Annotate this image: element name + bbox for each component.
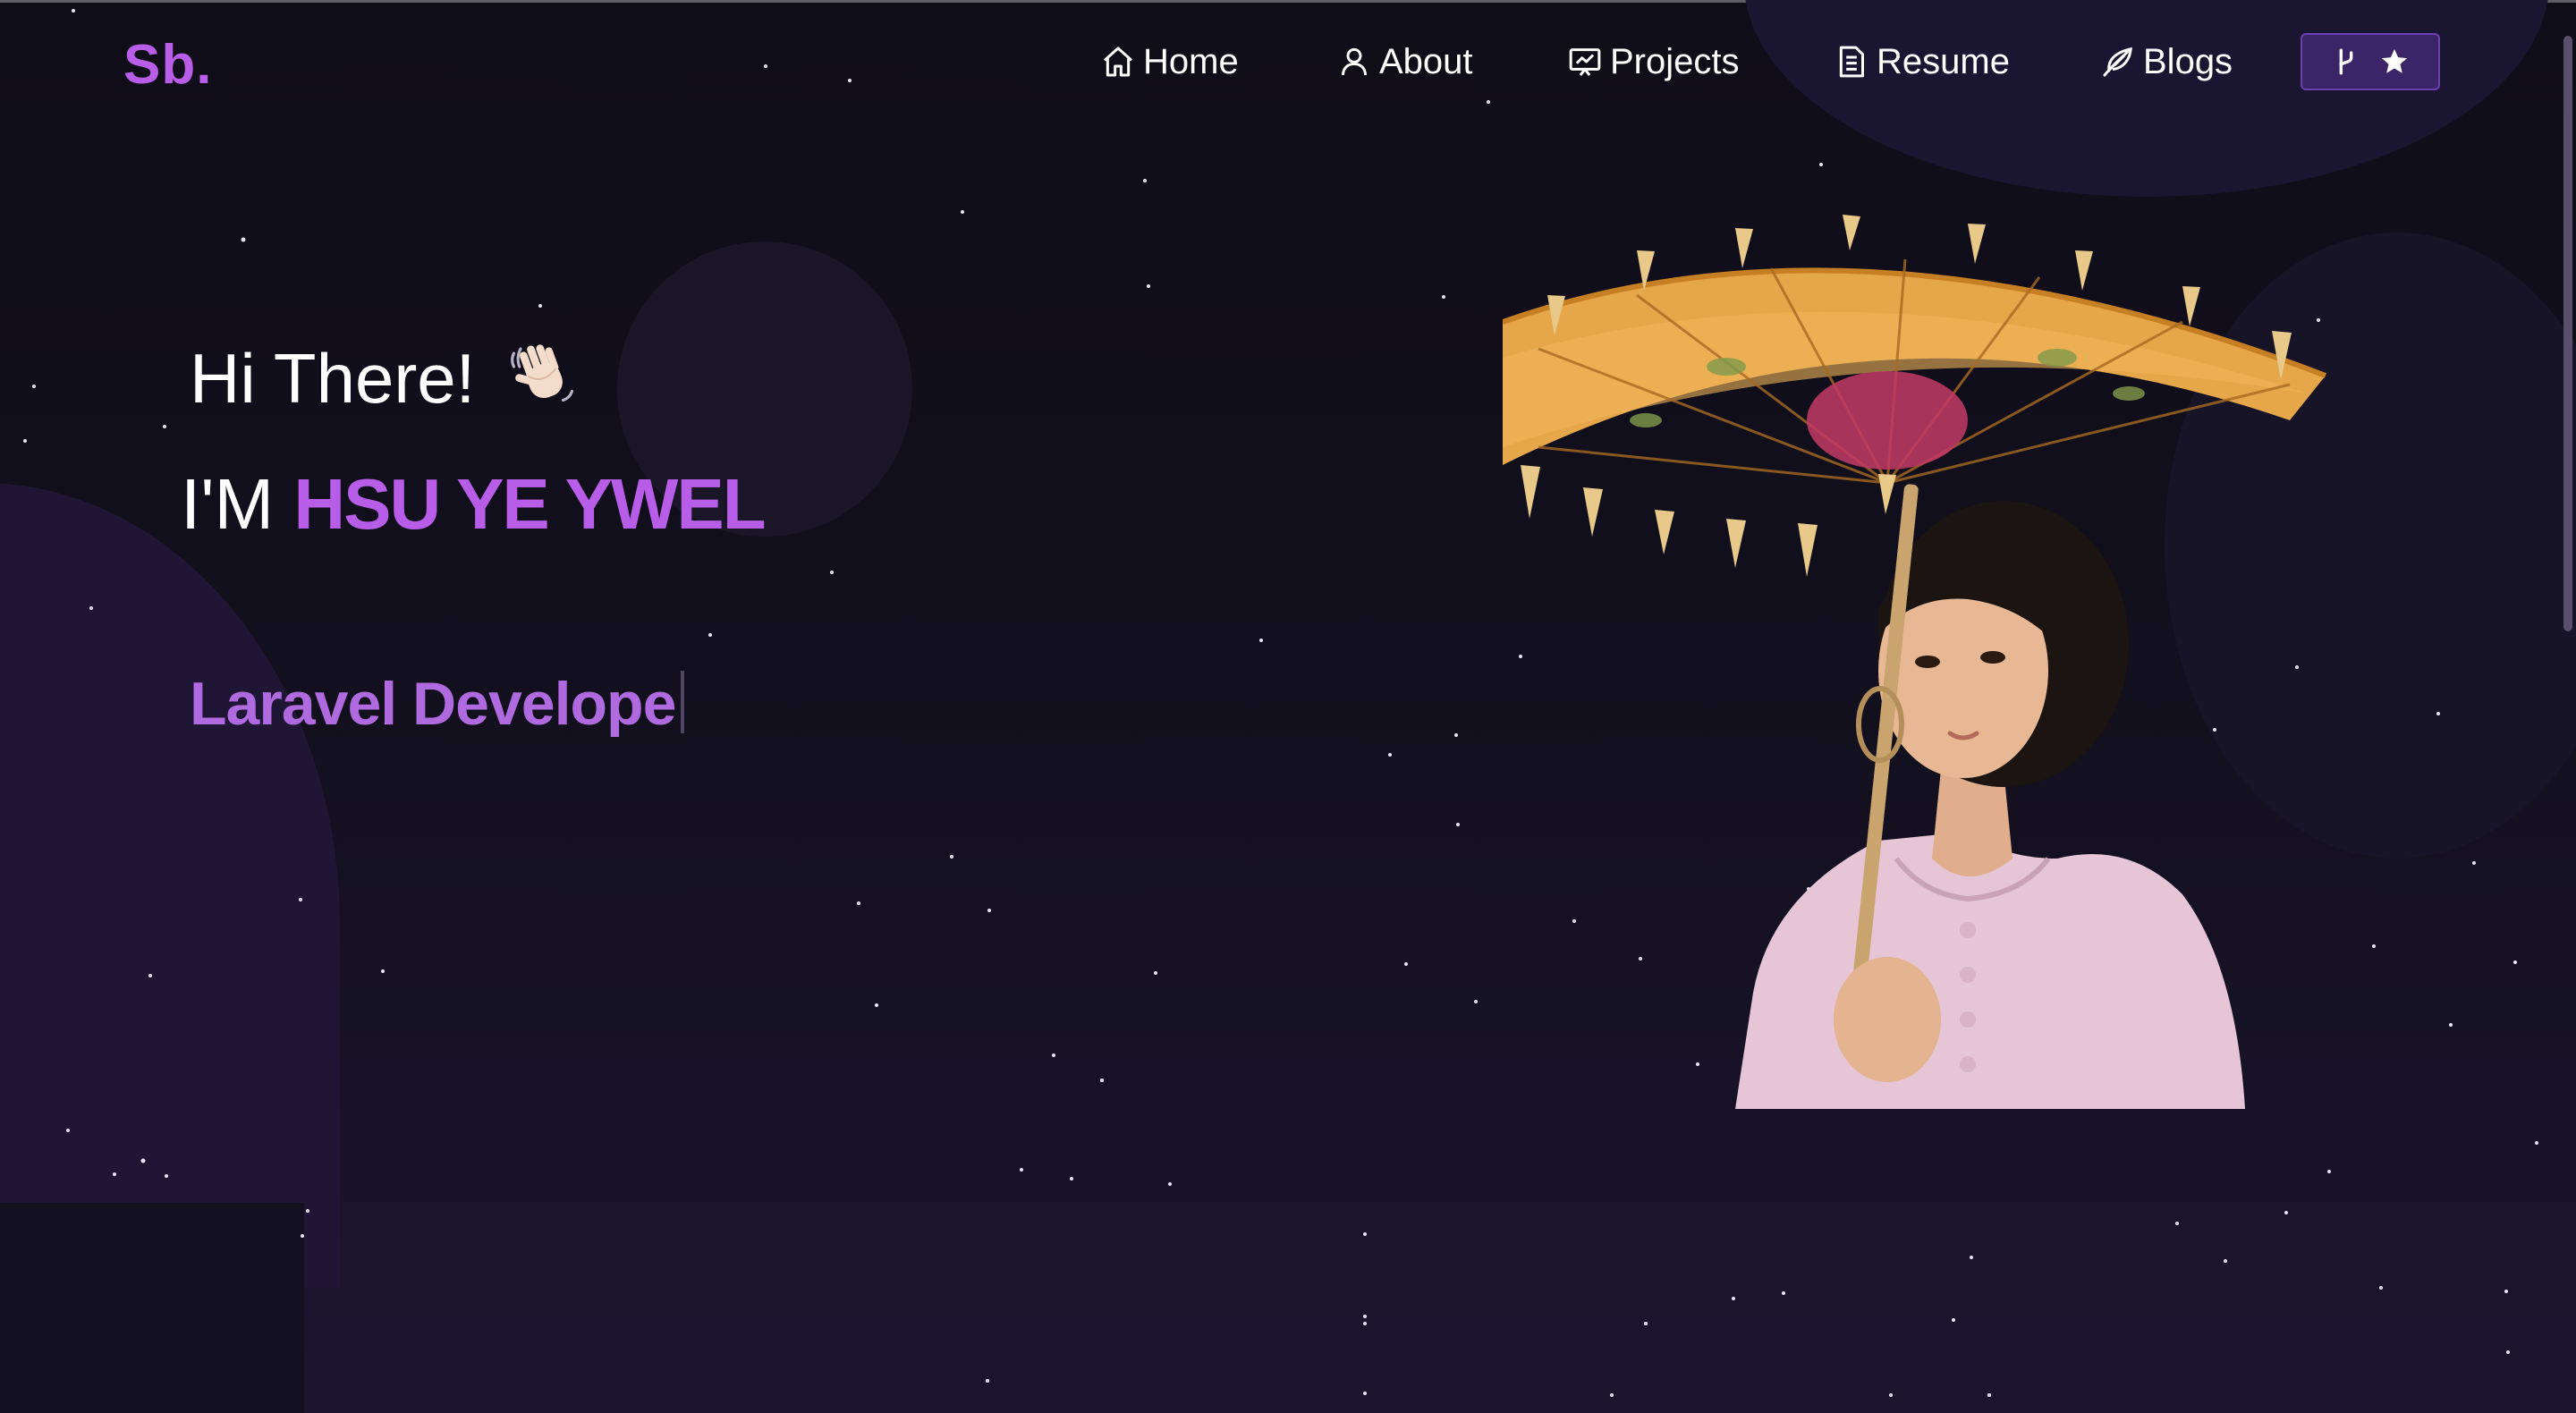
nav-item-about[interactable]: About: [1336, 37, 1473, 87]
typed-role-text: Laravel Develope: [190, 670, 676, 738]
nav-item-label: Resume: [1877, 41, 2010, 81]
page: Sb. Home About Projects Resume Blogs Hi …: [0, 0, 2576, 1413]
document-icon: [1839, 46, 1864, 78]
nav-item-label: Home: [1143, 41, 1239, 81]
nav-item-home[interactable]: Home: [1100, 37, 1239, 87]
fork-icon: [2339, 48, 2353, 75]
home-icon: [1104, 47, 1132, 77]
star-icon: [2381, 48, 2408, 73]
github-fork-star-button[interactable]: [2301, 33, 2440, 90]
intro-prefix: I'M: [181, 464, 275, 544]
nav-item-resume[interactable]: Resume: [1834, 37, 2010, 87]
nav-item-label: About: [1379, 41, 1473, 81]
typewriter-role: Laravel Develope: [190, 669, 685, 739]
waving-hand-icon: [507, 340, 579, 428]
greeting-text: Hi There!: [190, 339, 476, 418]
presentation-icon: [1569, 48, 1601, 76]
hero-greeting: Hi There!: [190, 338, 579, 428]
site-logo[interactable]: Sb.: [123, 33, 212, 97]
hero-portrait-image: [1503, 215, 2327, 1109]
nav-item-label: Blogs: [2143, 41, 2233, 81]
feather-icon: [2103, 47, 2132, 77]
nav-item-blogs[interactable]: Blogs: [2100, 37, 2233, 87]
typing-cursor: [681, 671, 685, 733]
navbar: Sb. Home About Projects Resume Blogs: [0, 3, 2576, 117]
user-icon: [1342, 47, 1367, 76]
scrollbar-thumb[interactable]: [2563, 36, 2572, 631]
hero-name: HSU YE YWEL: [293, 464, 766, 544]
nav-item-label: Projects: [1610, 41, 1740, 81]
hero-intro: I'M HSU YE YWEL: [181, 463, 767, 546]
nav-item-projects[interactable]: Projects: [1567, 37, 1740, 87]
